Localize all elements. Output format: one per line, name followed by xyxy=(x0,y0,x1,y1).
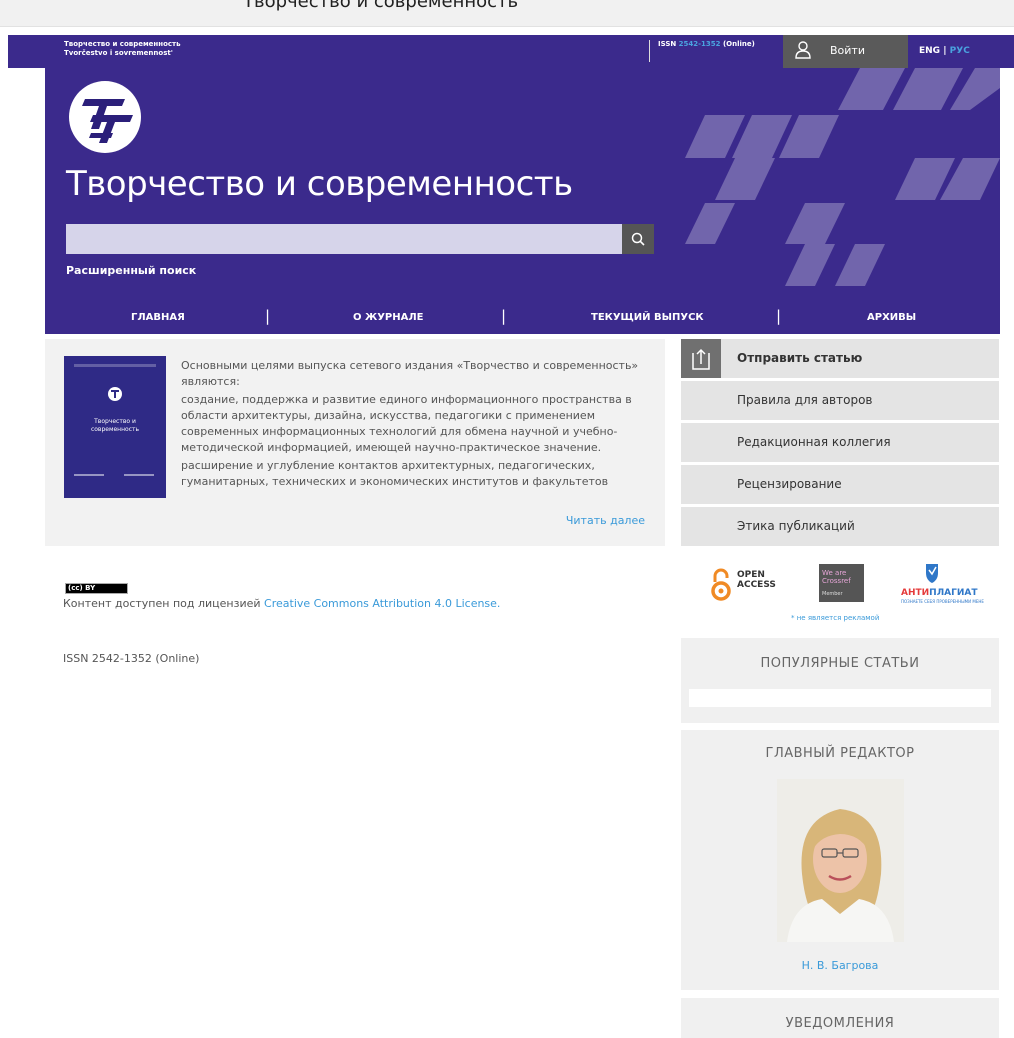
nav-archives[interactable]: АРХИВЫ xyxy=(867,312,916,323)
journal-name-small[interactable]: Творчество и современность Tvorčestvo i … xyxy=(64,40,181,58)
nav-about[interactable]: О ЖУРНАЛЕ xyxy=(353,312,424,323)
user-icon xyxy=(795,41,811,63)
shield-icon[interactable] xyxy=(925,562,939,584)
sidebar-menu: Отправить статью Правила для авторов Ред… xyxy=(681,339,999,549)
nav-separator: | xyxy=(776,307,782,325)
editor-photo[interactable] xyxy=(777,779,904,942)
journal-name-ru: Творчество и современность xyxy=(64,40,181,48)
main-nav: ГЛАВНАЯ | О ЖУРНАЛЕ | ТЕКУЩИЙ ВЫПУСК | А… xyxy=(45,304,1000,334)
topbar-issn: ISSN 2542-1352 (Online) xyxy=(658,40,755,48)
language-switcher: ENG | РУС xyxy=(919,46,970,56)
editor-in-chief-panel: ГЛАВНЫЙ РЕДАКТОР Н. В. Багрова xyxy=(681,730,999,990)
cc-license-badge[interactable]: (cc) BY xyxy=(65,583,128,594)
antiplagiat-tagline: ПОЗНАЕТЕ СЕБЯ ПРОВЕРЕННЫМИ МЕНЕ xyxy=(901,599,984,604)
crossref-member-logo[interactable]: We are Crossref Member xyxy=(819,564,864,602)
login-label: Войти xyxy=(830,44,865,57)
crossref-line-2: Crossref xyxy=(822,577,851,585)
sidebar-item-label: Этика публикаций xyxy=(737,519,855,533)
partner-logos: OPEN ACCESS We are Crossref Member АНТИП… xyxy=(681,556,999,626)
antiplagiat-anti: АНТИ xyxy=(901,588,930,598)
read-more-link[interactable]: Читать далее xyxy=(566,514,645,527)
about-text: Основными целями выпуска сетевого издани… xyxy=(181,358,656,504)
popular-articles-title: ПОПУЛЯРНЫЕ СТАТЬИ xyxy=(760,656,920,671)
lang-separator: | xyxy=(943,46,947,56)
upload-icon xyxy=(681,339,721,378)
sidebar-item-peer-review[interactable]: Рецензирование xyxy=(681,465,999,504)
editor-in-chief-title: ГЛАВНЫЙ РЕДАКТОР xyxy=(765,746,915,761)
topbar-divider xyxy=(649,40,650,62)
cover-title: Творчество и современность xyxy=(90,418,140,433)
advanced-search-link[interactable]: Расширенный поиск xyxy=(66,264,196,277)
crossref-line-1: We are xyxy=(822,569,847,577)
notifications-panel: УВЕДОМЛЕНИЯ xyxy=(681,998,999,1038)
journal-cover-image[interactable]: Творчество и современность xyxy=(64,356,166,498)
lang-ru-link[interactable]: РУС xyxy=(950,46,970,56)
browser-tab-strip: Творчество и современность xyxy=(0,0,1014,27)
nav-home[interactable]: ГЛАВНАЯ xyxy=(131,312,185,323)
sidebar-item-label: Редакционная коллегия xyxy=(737,435,891,449)
nav-current-issue[interactable]: ТЕКУЩИЙ ВЫПУСК xyxy=(591,312,704,323)
license-text: Контент доступен под лицензией Creative … xyxy=(63,597,500,610)
notifications-title: УВЕДОМЛЕНИЯ xyxy=(785,1016,895,1031)
sidebar-item-author-guidelines[interactable]: Правила для авторов xyxy=(681,381,999,420)
search-input[interactable] xyxy=(66,224,622,254)
about-paragraph: Основными целями выпуска сетевого издани… xyxy=(181,359,639,388)
sidebar-item-publication-ethics[interactable]: Этика публикаций xyxy=(681,507,999,546)
crossref-text: We are Crossref xyxy=(822,569,851,585)
license-prefix: Контент доступен под лицензией xyxy=(63,597,261,610)
not-advertising-note: * не является рекламой xyxy=(791,614,880,622)
sidebar-item-label: Отправить статью xyxy=(737,351,863,365)
lang-en-link[interactable]: ENG xyxy=(919,46,940,56)
text-fade xyxy=(181,484,656,506)
editor-name-link[interactable]: Н. В. Багрова xyxy=(681,959,999,972)
issn-suffix: (Online) xyxy=(722,40,755,48)
sidebar-item-editorial-board[interactable]: Редакционная коллегия xyxy=(681,423,999,462)
open-access-label: OPEN ACCESS xyxy=(737,570,776,590)
antiplagiat-plagiat: ПЛАГИАТ xyxy=(929,588,978,598)
popular-articles-panel: ПОПУЛЯРНЫЕ СТАТЬИ xyxy=(681,638,999,723)
nav-separator: | xyxy=(265,307,271,325)
crossref-member: Member xyxy=(822,591,843,597)
cc-badge-text: (cc) BY xyxy=(68,584,96,592)
sidebar-item-label: Правила для авторов xyxy=(737,393,873,407)
license-link[interactable]: Creative Commons Attribution 4.0 License… xyxy=(264,597,500,610)
popular-articles-list xyxy=(689,689,991,707)
sidebar-item-submit-article[interactable]: Отправить статью xyxy=(681,339,999,378)
about-section: Творчество и современность Основными цел… xyxy=(45,339,665,546)
login-button[interactable]: Войти xyxy=(783,35,908,68)
header-banner: Творчество и современность Расширенный п… xyxy=(45,68,1000,304)
oa-line-2: ACCESS xyxy=(737,580,776,590)
top-bar: Творчество и современность Tvorčestvo i … xyxy=(8,35,1014,68)
search-button[interactable] xyxy=(622,224,654,254)
nav-separator: | xyxy=(501,307,507,325)
sidebar-item-label: Рецензирование xyxy=(737,477,842,491)
page-title-cut: Творчество и современность xyxy=(243,0,519,12)
antiplagiat-logo[interactable]: АНТИПЛАГИАТ xyxy=(901,588,978,598)
footer-issn: ISSN 2542-1352 (Online) xyxy=(63,652,200,665)
oa-line-1: OPEN xyxy=(737,570,765,580)
journal-logo[interactable] xyxy=(69,81,141,153)
journal-name-translit: Tvorčestvo i sovremennost' xyxy=(64,49,173,57)
open-access-icon[interactable] xyxy=(709,566,733,602)
search-icon xyxy=(631,232,645,246)
site-title[interactable]: Творчество и современность xyxy=(66,164,573,204)
issn-number-link[interactable]: 2542-1352 xyxy=(679,40,721,48)
about-paragraph: создание, поддержка и развитие единого и… xyxy=(181,393,632,454)
issn-prefix: ISSN xyxy=(658,40,677,48)
